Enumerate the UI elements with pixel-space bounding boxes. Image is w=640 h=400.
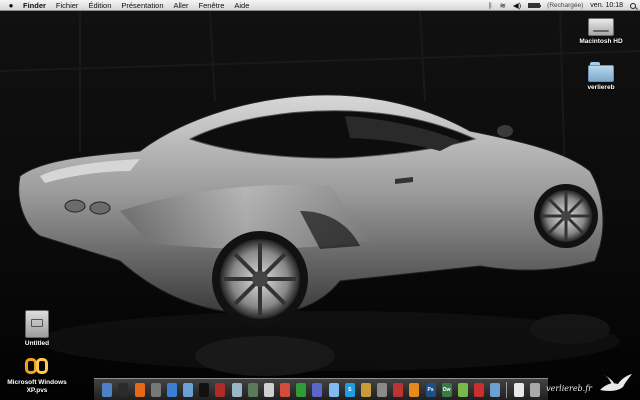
dock-transmission-icon[interactable] [393,382,404,397]
spotlight-icon[interactable] [630,2,636,9]
dock-textwrangler-icon[interactable] [312,382,323,397]
dock-dreamweaver-icon[interactable]: Dw [441,382,452,397]
desktop-icon-label: Untitled [24,340,50,347]
battery-icon[interactable] [528,3,542,8]
desktop-wallpaper [0,11,640,400]
menu-bar: ● Finder Fichier Édition Présentation Al… [0,0,640,11]
dock-finder-icon[interactable] [102,382,113,397]
apple-menu-icon[interactable]: ● [4,1,18,10]
dock-vlc-icon[interactable] [409,382,420,397]
battery-status: (Rechargée) [547,2,584,9]
menu-presentation[interactable]: Présentation [116,0,168,11]
dock-mail-icon[interactable] [183,382,194,397]
parallels-vm-icon [24,355,50,377]
dock-trash-icon[interactable] [529,382,540,397]
verliereb-folder-icon[interactable]: verliereb [564,62,638,92]
dock-skype-icon[interactable]: S [344,382,355,397]
desktop-icon-label: Microsoft Windows XP.pvs [7,379,67,394]
dock-adium-icon[interactable] [296,382,307,397]
dock-text-edit-icon[interactable] [263,382,274,397]
dock-time-machine-icon[interactable] [247,382,258,397]
untitled-volume-icon[interactable]: Untitled [0,310,74,348]
dock-itunes-icon[interactable] [166,382,177,397]
clock[interactable]: ven. 10:18 [590,2,623,9]
dock-applications-folder-icon[interactable] [490,382,501,397]
watermark-bird-logo [600,374,632,391]
windows-xp-pvs-icon[interactable]: Microsoft Windows XP.pvs [0,355,74,395]
dock-firefox-icon[interactable] [134,382,145,397]
menu-edition[interactable]: Édition [83,0,116,11]
dock-parallels-icon[interactable] [474,382,485,397]
volume-icon[interactable]: ◀) [513,0,521,11]
menu-aide[interactable]: Aide [229,0,254,11]
dock-documents-stack-icon[interactable] [513,382,524,397]
dock-preview-icon[interactable] [231,382,242,397]
wifi-icon[interactable]: ≋ [500,0,506,11]
menu-fenetre[interactable]: Fenêtre [194,0,230,11]
dock-terminal-icon[interactable] [199,382,210,397]
menu-aller[interactable]: Aller [169,0,194,11]
menu-fichier[interactable]: Fichier [51,0,84,11]
watermark-text: verliereb.fr [546,384,592,393]
dock-automator-icon[interactable] [377,382,388,397]
hard-drive-icon [588,18,614,36]
bluetooth-icon[interactable]: ᛒ [488,0,493,11]
dock-system-preferences-icon[interactable] [150,382,161,397]
dock-photo-booth-icon[interactable] [215,382,226,397]
dock-dashboard-icon[interactable] [118,382,129,397]
dock-ical-icon[interactable] [280,382,291,397]
dock: S Ps Dw [94,378,548,400]
status-menu-extras: ᛒ ≋ ◀) (Rechargée) ven. 10:18 [488,0,636,11]
dock-ichat-icon[interactable] [328,382,339,397]
dock-cyberduck-icon[interactable] [360,382,371,397]
disk-image-icon [25,310,49,338]
desktop-icon-label: Macintosh HD [579,38,623,45]
dock-photoshop-icon[interactable]: Ps [425,382,436,397]
dock-coda-icon[interactable] [457,382,468,397]
folder-icon [588,62,614,82]
desktop-icon-label: verliereb [587,84,615,91]
macintosh-hd-icon[interactable]: Macintosh HD [564,18,638,46]
menu-finder[interactable]: Finder [18,0,51,11]
dock-separator [506,381,508,398]
